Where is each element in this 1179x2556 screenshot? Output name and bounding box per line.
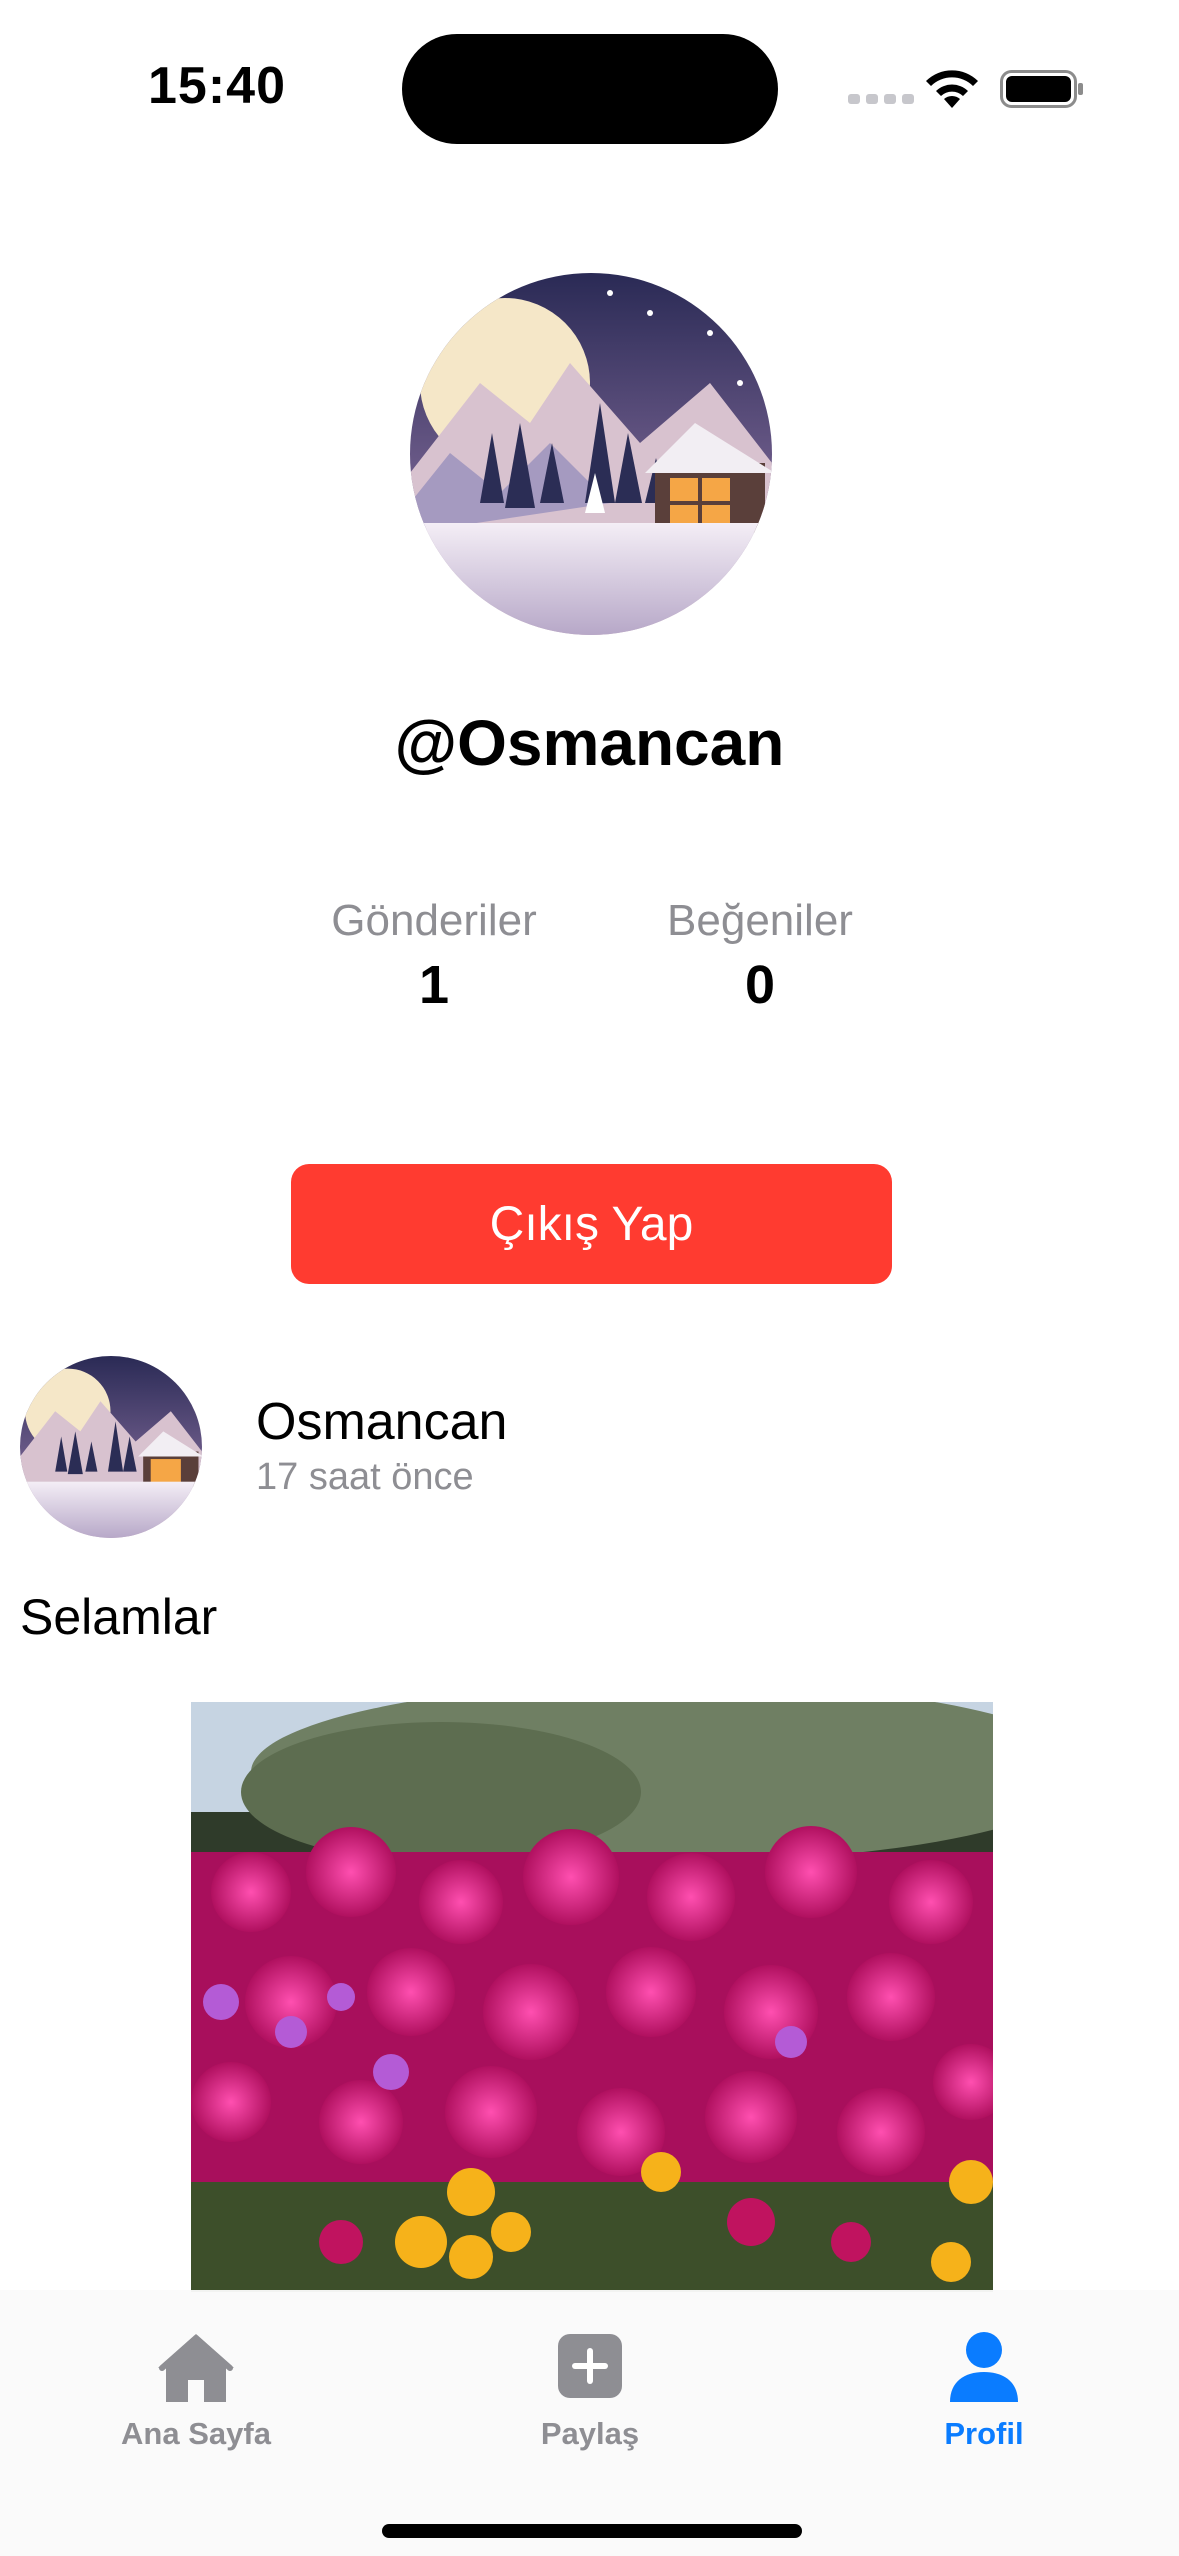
home-indicator[interactable] (382, 2524, 802, 2538)
post-image[interactable] (191, 1702, 993, 2292)
profile-stats: Gönderiler 1 Beğeniler 0 (0, 896, 1179, 1026)
post-author-avatar[interactable] (20, 1356, 202, 1538)
winter-cabin-avatar-icon (20, 1356, 202, 1538)
cellular-signal-icon (848, 94, 914, 104)
post-author-name[interactable]: Osmancan (256, 1392, 507, 1452)
posts-stat: Gönderiler 1 (284, 896, 584, 1016)
winter-cabin-avatar-icon (410, 273, 772, 635)
posts-stat-value: 1 (418, 955, 450, 1015)
tab-home-label: Ana Sayfa (121, 2416, 271, 2451)
post-timestamp: 17 saat önce (256, 1456, 474, 1498)
posts-stat-label: Gönderiler (331, 896, 537, 945)
likes-stat-value: 0 (744, 955, 776, 1015)
tab-profile[interactable]: Profil (854, 2330, 1114, 2452)
logout-button[interactable]: Çıkış Yap (291, 1164, 892, 1284)
profile-avatar[interactable] (410, 273, 772, 635)
likes-stat-label: Beğeniler (667, 896, 853, 945)
plus-square-icon (558, 2334, 622, 2398)
likes-stat: Beğeniler 0 (610, 896, 910, 1016)
flower-field-photo-icon (191, 1702, 993, 2292)
house-icon (158, 2334, 234, 2402)
person-icon (950, 2332, 1018, 2402)
battery-icon (1000, 70, 1083, 108)
tab-profile-label: Profil (944, 2416, 1024, 2451)
tab-bar: Ana Sayfa Paylaş Profil (0, 2290, 1179, 2556)
profile-username: @Osmancan (394, 707, 785, 779)
status-time: 15:40 (148, 57, 286, 115)
dynamic-island (402, 34, 778, 144)
post-text: Selamlar (20, 1589, 218, 1645)
wifi-icon (926, 70, 978, 108)
tab-home[interactable]: Ana Sayfa (66, 2330, 326, 2452)
status-bar: 15:40 (0, 0, 1179, 170)
tab-share[interactable]: Paylaş (460, 2330, 720, 2452)
tab-share-label: Paylaş (540, 2416, 640, 2451)
